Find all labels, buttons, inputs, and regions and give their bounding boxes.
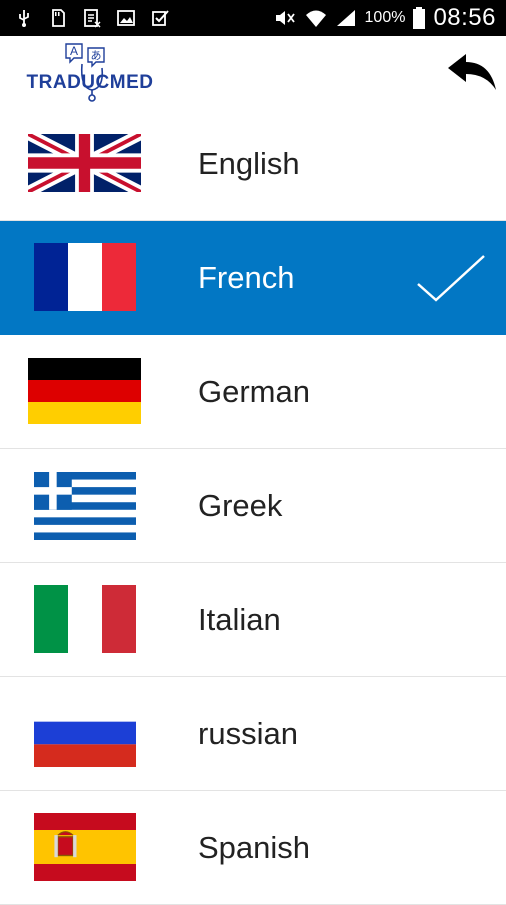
traducmed-logo: A あ TRADUCMED [18,38,166,106]
language-label: Italian [198,602,281,637]
status-right: 100% 08:56 [273,0,496,36]
mute-icon [275,11,295,25]
signal-icon [336,10,355,26]
language-row-russian[interactable]: russian [0,677,506,791]
document-icon [84,9,101,28]
language-row-english[interactable]: English [0,107,506,221]
language-row-italian[interactable]: Italian [0,563,506,677]
language-label: russian [198,716,298,751]
language-label: German [198,374,310,409]
sd-card-icon [52,9,65,27]
battery-percent: 100% [364,9,406,26]
status-bar: 100% 08:56 [0,0,506,36]
app-bar: A あ TRADUCMED [0,36,506,108]
reply-back-icon[interactable] [446,50,498,94]
notification-icons [14,6,170,30]
logo-bubble-a: A [70,44,78,58]
germany-flag-icon [28,358,141,424]
russia-flag-icon [34,699,136,767]
task-check-icon [152,10,169,26]
language-label: English [198,146,300,181]
logo-text: TRADUCMED [27,72,154,93]
checkmark-icon [417,255,485,302]
battery-icon [413,7,426,29]
italy-flag-icon [34,585,136,653]
image-icon [117,10,135,26]
language-list: English French German Greek Italian russ… [0,107,506,905]
language-label: Greek [198,488,283,523]
language-label: French [198,260,295,295]
language-row-greek[interactable]: Greek [0,449,506,563]
language-row-spanish[interactable]: Spanish [0,791,506,905]
language-row-german[interactable]: German [0,335,506,449]
greece-flag-icon [34,472,136,540]
spain-flag-icon [34,813,136,881]
wifi-icon [305,10,326,27]
usb-icon [19,10,29,27]
logo-bubble-b: あ [91,49,102,62]
clock: 08:56 [433,4,496,31]
france-flag-icon [34,243,136,311]
language-row-french[interactable]: French [0,221,506,335]
language-label: Spanish [198,830,311,865]
uk-flag-icon [28,134,141,192]
